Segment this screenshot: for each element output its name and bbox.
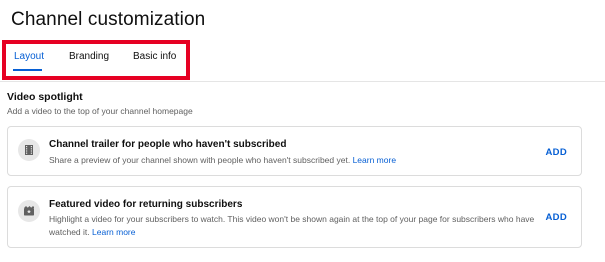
tab-layout[interactable]: Layout [14, 51, 44, 62]
featured-video-learn-more-link[interactable]: Learn more [92, 227, 135, 237]
channel-trailer-description: Share a preview of your channel shown wi… [49, 154, 396, 167]
channel-trailer-card: Channel trailer for people who haven't s… [7, 126, 582, 176]
film-strip-icon [18, 139, 40, 161]
page-title: Channel customization [11, 9, 206, 30]
tabs-divider [0, 81, 605, 82]
channel-trailer-title: Channel trailer for people who haven't s… [49, 139, 287, 150]
tab-branding[interactable]: Branding [69, 51, 109, 62]
featured-video-title: Featured video for returning subscribers [49, 199, 243, 210]
featured-video-description: Highlight a video for your subscribers t… [49, 213, 549, 238]
featured-video-icon [18, 200, 40, 222]
featured-video-card: Featured video for returning subscribers… [7, 186, 582, 248]
section-subtitle: Add a video to the top of your channel h… [7, 106, 193, 116]
channel-trailer-description-text: Share a preview of your channel shown wi… [49, 155, 351, 165]
tab-basic-info[interactable]: Basic info [133, 51, 176, 62]
channel-trailer-learn-more-link[interactable]: Learn more [353, 155, 396, 165]
section-title: Video spotlight [7, 91, 83, 103]
tab-bar: Layout Branding Basic info [0, 41, 605, 74]
active-tab-indicator [13, 69, 42, 71]
add-featured-video-button[interactable]: ADD [546, 212, 567, 223]
add-channel-trailer-button[interactable]: ADD [546, 147, 567, 158]
